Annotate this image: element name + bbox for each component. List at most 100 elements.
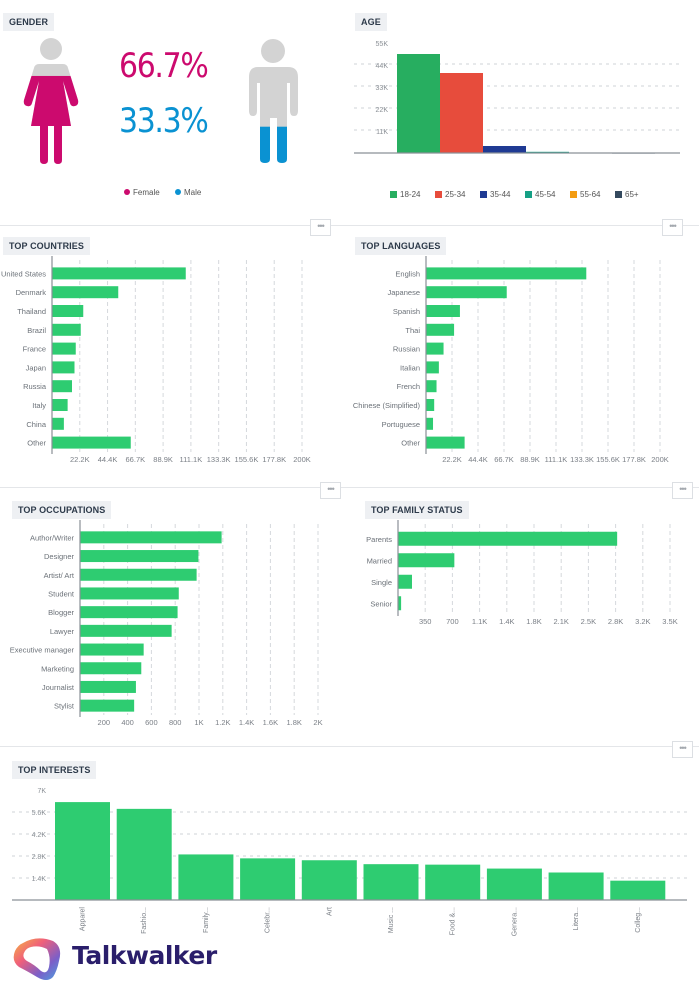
languages-more-button[interactable]: ••• [662, 219, 683, 236]
y-tick-label: 22K [376, 107, 389, 114]
x-tick-label: 88.9K [520, 455, 540, 464]
bar[interactable] [80, 624, 172, 637]
bar[interactable] [426, 342, 444, 355]
bar[interactable] [80, 662, 142, 675]
bar[interactable] [397, 54, 440, 153]
bar[interactable] [398, 553, 455, 568]
x-tick-label: 1.8K [286, 718, 301, 727]
bar[interactable] [52, 305, 84, 317]
bar[interactable] [398, 574, 412, 589]
category-label: Thailand [17, 307, 46, 316]
bar[interactable] [363, 864, 419, 900]
category-label: Celebr... [265, 907, 272, 933]
bar[interactable] [80, 699, 135, 712]
bar[interactable] [52, 380, 72, 393]
category-label: Denmark [16, 288, 47, 297]
x-tick-label: 111.1K [545, 455, 568, 464]
legend-female: Female [124, 188, 160, 197]
occupations-more-button[interactable]: ••• [320, 482, 341, 499]
category-label: Single [371, 578, 392, 587]
bar[interactable] [301, 860, 357, 900]
x-tick-label: 155.6K [235, 455, 259, 464]
x-tick-label: 2K [313, 718, 322, 727]
category-label: United States [1, 269, 46, 278]
x-tick-label: 3.5K [662, 617, 677, 626]
bar[interactable] [52, 361, 75, 374]
bar[interactable] [55, 802, 110, 900]
category-label: Author/Writer [30, 533, 75, 542]
category-label: Portuguese [382, 420, 420, 429]
legend-swatch-icon [435, 191, 442, 198]
bar[interactable] [52, 267, 186, 280]
legend-item[interactable]: 45-54 [525, 190, 555, 199]
bar[interactable] [426, 380, 437, 393]
bar[interactable] [52, 342, 76, 355]
bar[interactable] [548, 872, 604, 901]
countries-more-button[interactable]: ••• [310, 219, 331, 236]
bar[interactable] [80, 606, 178, 619]
legend-item[interactable]: 55-64 [570, 190, 600, 199]
y-tick-label: 7K [37, 788, 46, 795]
x-tick-label: 3.2K [635, 617, 650, 626]
bar[interactable] [52, 286, 119, 299]
x-tick-label: 177.8K [622, 455, 646, 464]
category-label: Senior [370, 599, 392, 608]
bar[interactable] [426, 323, 455, 336]
section-divider [0, 487, 699, 488]
bar[interactable] [240, 858, 296, 900]
x-tick-label: 1.4K [239, 718, 254, 727]
bar[interactable] [426, 361, 439, 374]
bar[interactable] [116, 808, 172, 900]
bar[interactable] [80, 568, 197, 581]
bar[interactable] [178, 854, 234, 900]
bar[interactable] [426, 417, 434, 430]
x-tick-label: 22.2K [442, 455, 462, 464]
bar[interactable] [426, 436, 465, 449]
category-label: Music ... [388, 907, 395, 933]
bar[interactable] [52, 417, 64, 430]
bar[interactable] [52, 436, 131, 449]
bar[interactable] [486, 868, 542, 900]
legend-swatch-icon [480, 191, 487, 198]
legend-item[interactable]: 18-24 [390, 190, 420, 199]
x-tick-label: 1.1K [472, 617, 487, 626]
family-more-button[interactable]: ••• [672, 482, 693, 499]
legend-item[interactable]: 25-34 [435, 190, 465, 199]
bar[interactable] [80, 680, 136, 693]
bar[interactable] [80, 587, 179, 600]
bar[interactable] [80, 643, 144, 656]
bar[interactable] [426, 399, 435, 411]
bar[interactable] [426, 305, 460, 317]
legend-swatch-icon [390, 191, 397, 198]
category-label: Other [27, 439, 46, 448]
category-label: Russia [23, 382, 47, 391]
bar[interactable] [440, 73, 483, 153]
legend-item[interactable]: 65+ [615, 190, 639, 199]
talkwalker-logo-icon [13, 938, 61, 980]
bar[interactable] [425, 864, 481, 900]
category-label: Japanese [387, 288, 420, 297]
legend-item[interactable]: 35-44 [480, 190, 510, 199]
bar[interactable] [610, 880, 666, 900]
category-label: Blogger [48, 608, 74, 617]
category-label: Russian [393, 345, 420, 354]
bar[interactable] [426, 286, 507, 299]
category-label: Executive manager [10, 646, 75, 655]
interests-chart: 1.4K 2.8K 4.2K 5.6K 7K Apparel Fashio... Family… [12, 788, 687, 936]
section-divider [0, 225, 699, 226]
bar[interactable] [398, 531, 618, 546]
bar[interactable] [80, 550, 199, 563]
interests-more-button[interactable]: ••• [672, 741, 693, 758]
languages-chart: 22.2K 44.4K 66.7K 88.9K 111.1K 133.3K 155.6K 17… [353, 256, 669, 464]
occupations-title: TOP OCCUPATIONS [12, 501, 112, 519]
legend-label: 65+ [625, 190, 639, 199]
countries-chart: 22.2K 44.4K 66.7K 88.9K 111.1K 133.3K 155.6K 17… [1, 256, 311, 464]
bar[interactable] [52, 323, 81, 336]
bar[interactable] [80, 531, 222, 544]
bar[interactable] [426, 267, 587, 280]
bar[interactable] [483, 146, 526, 153]
x-tick-label: 200K [293, 455, 311, 464]
bar[interactable] [52, 399, 68, 411]
category-label: Spanish [393, 307, 420, 316]
category-label: Brazil [27, 326, 46, 335]
